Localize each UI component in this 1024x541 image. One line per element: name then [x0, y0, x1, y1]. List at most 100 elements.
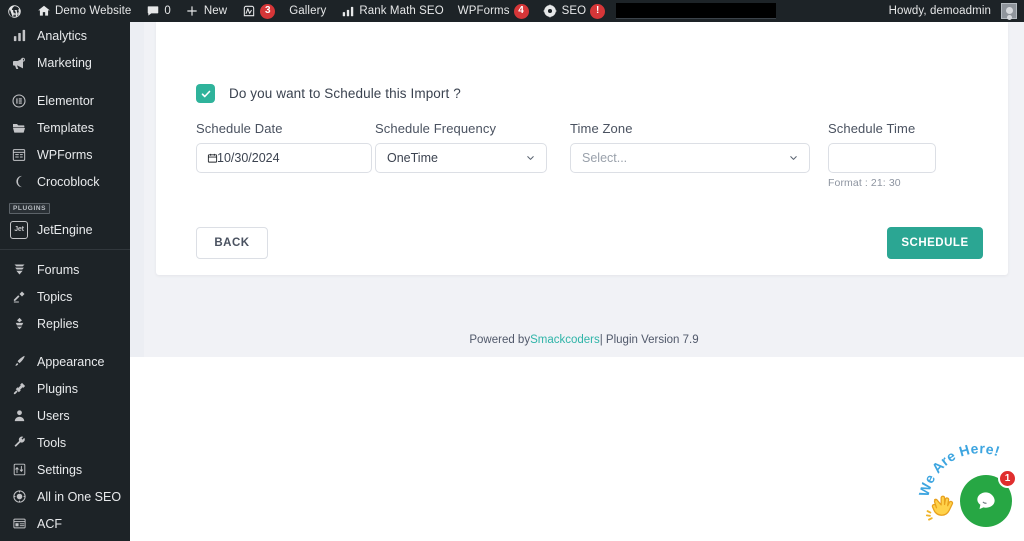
sidebar-item-label: WPForms: [37, 148, 93, 162]
schedule-time-label: Schedule Time: [828, 121, 936, 136]
schedule-date-label: Schedule Date: [196, 121, 372, 136]
elementor-icon: [9, 91, 29, 111]
sidebar-item-all-in-one-seo[interactable]: All in One SEO: [0, 483, 130, 510]
acf-icon: [9, 514, 29, 534]
plus-icon: [185, 4, 200, 19]
schedule-time-input[interactable]: [828, 143, 936, 173]
sidebar-item-label: Plugins: [37, 382, 78, 396]
sliders-icon: [9, 460, 29, 480]
sidebar-item-settings[interactable]: Settings: [0, 456, 130, 483]
waving-hand-icon: [924, 492, 958, 526]
sidebar-separator: [0, 76, 130, 87]
wp-logo-button[interactable]: [0, 0, 29, 22]
forums-icon: [9, 260, 29, 280]
sidebar-item-tools[interactable]: Tools: [0, 429, 130, 456]
schedule-frequency-label: Schedule Frequency: [375, 121, 547, 136]
yoast-icon: [241, 4, 256, 19]
gallery-label: Gallery: [289, 5, 326, 17]
schedule-import-checkbox-label: Do you want to Schedule this Import ?: [229, 86, 461, 101]
seo-alert-badge: !: [590, 4, 605, 19]
sidebar-item-label: Tools: [37, 436, 66, 450]
page-canvas: Do you want to Schedule this Import ? Sc…: [130, 22, 1024, 541]
page-gutter: [130, 22, 144, 357]
chevron-down-icon: [525, 153, 536, 164]
sidebar-item-label: Topics: [37, 290, 72, 304]
sidebar-divider: [0, 249, 130, 250]
schedule-date-field: Schedule Date 10/30/2024: [196, 121, 372, 173]
sidebar-item-crocoblock[interactable]: Crocoblock: [0, 168, 130, 195]
sidebar-item-jetengine[interactable]: Jet JetEngine: [0, 216, 130, 243]
sidebar-item-label: Users: [37, 409, 70, 423]
sidebar-item-users[interactable]: Users: [0, 402, 130, 429]
schedule-date-value: 10/30/2024: [217, 151, 280, 165]
forms-icon: [9, 145, 29, 165]
time-zone-label: Time Zone: [570, 121, 810, 136]
sidebar-item-acf[interactable]: ACF: [0, 510, 130, 537]
schedule-time-format-hint: Format : 21: 30: [828, 177, 901, 189]
footer-suffix: | Plugin Version 7.9: [600, 334, 699, 346]
sidebar-item-label: Analytics: [37, 29, 87, 43]
chat-widget[interactable]: We Are Here! 1: [918, 440, 1022, 538]
sidebar-item-label: Marketing: [37, 56, 92, 70]
new-content-button[interactable]: New: [178, 0, 234, 22]
seo-menu-button[interactable]: SEO !: [536, 0, 613, 22]
gallery-menu-button[interactable]: Gallery: [282, 0, 333, 22]
plugins-badge-label: PLUGINS: [9, 203, 50, 214]
sidebar-item-plugins[interactable]: Plugins: [0, 375, 130, 402]
schedule-import-card: Do you want to Schedule this Import ? Sc…: [156, 22, 1008, 275]
sidebar-item-label: Appearance: [37, 355, 104, 369]
rankmath-menu-button[interactable]: Rank Math SEO: [333, 0, 450, 22]
schedule-button[interactable]: SCHEDULE: [887, 227, 983, 259]
topics-icon: [9, 287, 29, 307]
chat-unread-badge: 1: [998, 469, 1017, 488]
comments-button[interactable]: 0: [138, 0, 178, 22]
sidebar-item-label: Forums: [37, 263, 79, 277]
sidebar-item-forums[interactable]: Forums: [0, 256, 130, 283]
sidebar-item-elementor[interactable]: Elementor: [0, 87, 130, 114]
plugin-footer: Powered by Smackcoders | Plugin Version …: [144, 322, 1024, 357]
comments-count: 0: [164, 5, 171, 17]
sidebar-item-templates[interactable]: Templates: [0, 114, 130, 141]
back-button[interactable]: BACK: [196, 227, 268, 259]
time-zone-select[interactable]: Select...: [570, 143, 810, 173]
sidebar-item-appearance[interactable]: Appearance: [0, 348, 130, 375]
smackcoders-link[interactable]: Smackcoders: [530, 334, 600, 346]
yoast-menu-button[interactable]: 3: [234, 0, 282, 22]
replies-icon: [9, 314, 29, 334]
schedule-import-checkbox-row[interactable]: Do you want to Schedule this Import ?: [196, 84, 461, 103]
sidebar-item-analytics[interactable]: Analytics: [0, 22, 130, 49]
sidebar-item-marketing[interactable]: Marketing: [0, 49, 130, 76]
sidebar-item-label: Elementor: [37, 94, 94, 108]
sidebar-separator: [0, 337, 130, 348]
wpforms-count-badge: 4: [514, 4, 529, 19]
sidebar-item-label: ACF: [37, 517, 62, 531]
moon-icon: [9, 172, 29, 192]
sidebar-item-wpforms[interactable]: WPForms: [0, 141, 130, 168]
admin-bar: Demo Website 0 New 3 Gallery Rank Math S…: [0, 0, 1024, 22]
wordpress-logo-icon: [7, 4, 22, 19]
folder-icon: [9, 118, 29, 138]
gear-icon: [543, 4, 558, 19]
schedule-time-field: Schedule Time Format : 21: 30: [828, 121, 936, 191]
brush-icon: [9, 352, 29, 372]
redacted-region: [616, 3, 776, 19]
check-icon: [200, 88, 212, 100]
bar-chart-icon: [9, 26, 29, 46]
megaphone-icon: [9, 53, 29, 73]
sidebar-item-label: Settings: [37, 463, 82, 477]
howdy-account-button[interactable]: Howdy, demoadmin: [882, 0, 1024, 22]
schedule-frequency-select[interactable]: OneTime: [375, 143, 547, 173]
aioseo-icon: [9, 487, 29, 507]
schedule-frequency-value: OneTime: [387, 151, 438, 165]
sidebar-item-topics[interactable]: Topics: [0, 283, 130, 310]
admin-sidebar[interactable]: Analytics Marketing Elementor Templates …: [0, 22, 130, 541]
chat-bubble-icon: [973, 488, 999, 514]
schedule-import-checkbox[interactable]: [196, 84, 215, 103]
wpforms-menu-button[interactable]: WPForms 4: [451, 0, 536, 22]
schedule-date-input[interactable]: 10/30/2024: [196, 143, 372, 173]
sidebar-item-replies[interactable]: Replies: [0, 310, 130, 337]
site-name-button[interactable]: Demo Website: [29, 0, 138, 22]
sidebar-item-label: Replies: [37, 317, 79, 331]
sidebar-item-easy-wp-smtp[interactable]: Easy WP SMTP: [0, 537, 130, 541]
footer-prefix: Powered by: [469, 334, 530, 346]
